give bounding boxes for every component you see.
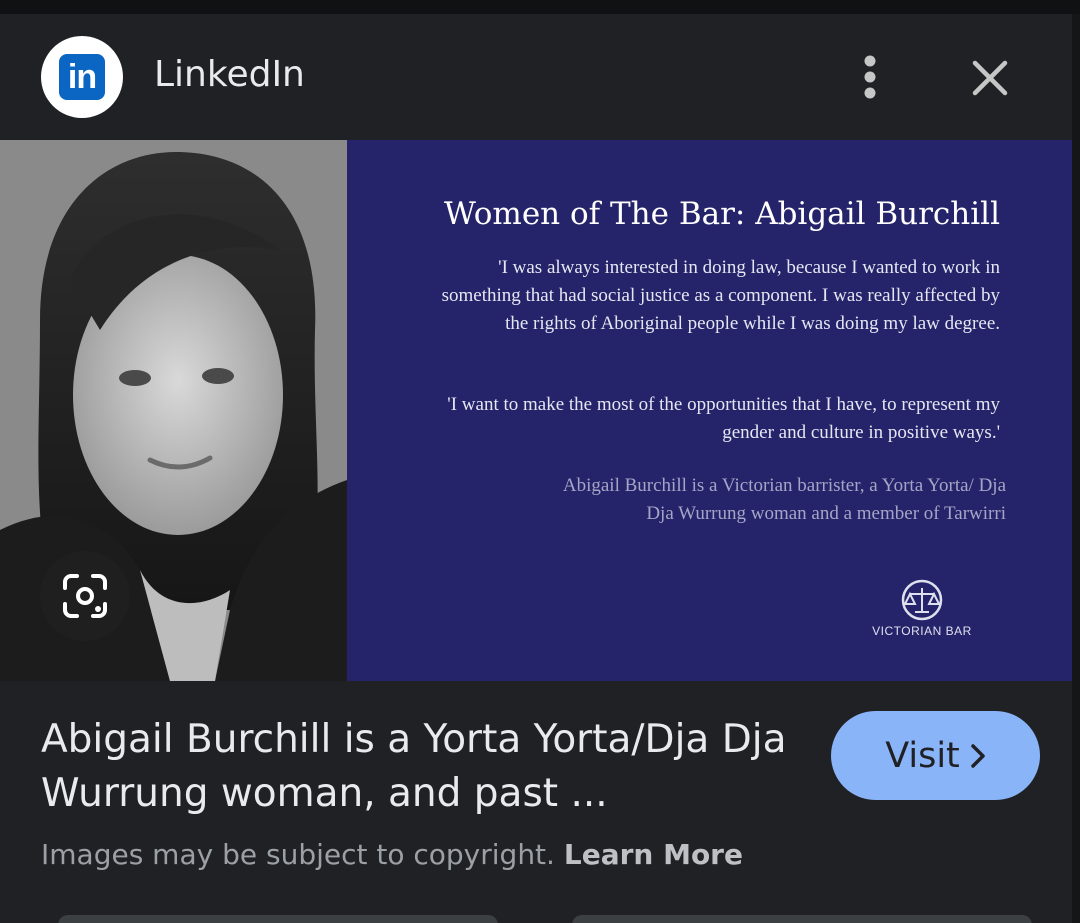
viewer-header: in LinkedIn [0, 14, 1072, 140]
source-logo[interactable]: in [41, 36, 123, 118]
scroll-edge [1072, 14, 1080, 923]
chevron-right-icon [971, 743, 985, 768]
result-image[interactable]: Women of The Bar: Abigail Burchill 'I wa… [0, 140, 1072, 681]
quote-text: 'I want to make the most of the opportun… [447, 394, 1000, 443]
lens-search-button[interactable] [40, 551, 130, 641]
quote-text: 'I was always interested in doing law, b… [441, 257, 1000, 334]
quote-panel: Women of The Bar: Abigail Burchill 'I wa… [347, 140, 1072, 681]
more-options-button[interactable] [846, 44, 894, 110]
visit-button[interactable]: Visit [831, 711, 1040, 800]
related-card[interactable] [58, 915, 498, 923]
status-bar-strip [0, 0, 1080, 14]
bio-text: Abigail Burchill is a Victorian barriste… [562, 475, 1006, 524]
result-caption[interactable]: Abigail Burchill is a Yorta Yorta/Dja Dj… [41, 713, 801, 821]
linkedin-icon: in [59, 54, 105, 100]
victorian-bar-logo: VICTORIAN BAR [867, 578, 977, 648]
scales-icon [901, 579, 943, 621]
image-viewer: in LinkedIn Women of The Bar: Abigail Bu… [0, 0, 1080, 923]
copyright-text: Images may be subject to copyright. [41, 838, 555, 871]
org-logo-text: VICTORIAN BAR [872, 624, 972, 638]
source-name[interactable]: LinkedIn [154, 52, 305, 98]
more-vert-icon [864, 55, 876, 99]
related-card[interactable] [572, 915, 1032, 923]
panel-title: Women of The Bar: Abigail Burchill [444, 196, 1000, 232]
learn-more-link[interactable]: Learn More [564, 838, 743, 871]
copyright-notice: Images may be subject to copyright. Lear… [41, 835, 743, 875]
logo-text: in [67, 58, 97, 96]
close-icon [972, 60, 1008, 96]
lens-icon [63, 574, 107, 618]
visit-label: Visit [885, 735, 960, 776]
close-button[interactable] [962, 50, 1018, 106]
